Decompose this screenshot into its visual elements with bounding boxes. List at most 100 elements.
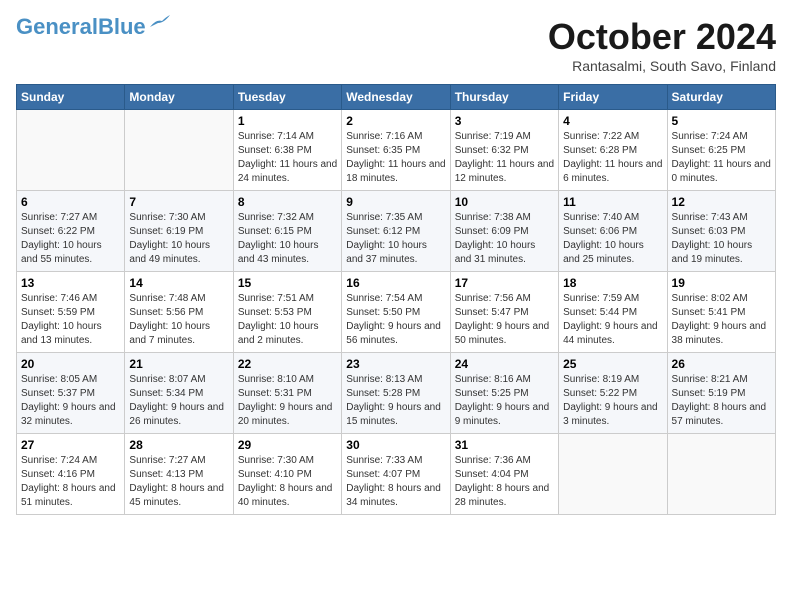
day-number: 22 <box>238 357 337 371</box>
calendar-cell: 11Sunrise: 7:40 AM Sunset: 6:06 PM Dayli… <box>559 191 667 272</box>
calendar-cell: 16 Sunrise: 7:54 AM Sunset: 5:50 PM Dayli… <box>342 272 450 353</box>
day-number: 20 <box>21 357 120 371</box>
page-header: GeneralBlue October 2024 Rantasalmi, Sou… <box>16 16 776 74</box>
title-area: October 2024 Rantasalmi, South Savo, Fin… <box>548 16 776 74</box>
week-row-2: 6 Sunrise: 7:27 AM Sunset: 6:22 PM Daylig… <box>17 191 776 272</box>
day-info: Sunrise: 7:27 AM Sunset: 4:13 PM Dayligh… <box>129 454 228 510</box>
day-number: 24 <box>455 357 554 371</box>
logo-bird-icon <box>148 15 170 31</box>
day-info: Sunrise: 7:30 AM Sunset: 4:10 PM Dayligh… <box>238 454 337 510</box>
day-info: Sunrise: 7:48 AM Sunset: 5:56 PM Dayligh… <box>129 292 228 348</box>
day-info: Sunrise: 7:51 AM Sunset: 5:53 PM Dayligh… <box>238 292 337 348</box>
day-number: 31 <box>455 438 554 452</box>
day-info: Sunrise: 7:30 AM Sunset: 6:19 PM Dayligh… <box>129 211 228 267</box>
calendar-cell: 10Sunrise: 7:38 AM Sunset: 6:09 PM Dayli… <box>450 191 558 272</box>
day-info: Sunrise: 7:27 AM Sunset: 6:22 PM Dayligh… <box>21 211 120 267</box>
header-friday: Friday <box>559 85 667 110</box>
calendar-cell: 31 Sunrise: 7:36 AM Sunset: 4:04 PM Dayli… <box>450 434 558 515</box>
header-thursday: Thursday <box>450 85 558 110</box>
week-row-5: 27 Sunrise: 7:24 AM Sunset: 4:16 PM Dayli… <box>17 434 776 515</box>
calendar-cell: 19 Sunrise: 8:02 AM Sunset: 5:41 PM Dayli… <box>667 272 775 353</box>
calendar-cell: 15Sunrise: 7:51 AM Sunset: 5:53 PM Dayli… <box>233 272 341 353</box>
calendar-cell: 1 Sunrise: 7:14 AM Sunset: 6:38 PM Daylig… <box>233 110 341 191</box>
calendar-table: SundayMondayTuesdayWednesdayThursdayFrid… <box>16 84 776 515</box>
day-info: Sunrise: 7:59 AM Sunset: 5:44 PM Dayligh… <box>563 292 662 348</box>
day-number: 2 <box>346 114 445 128</box>
calendar-cell: 18 Sunrise: 7:59 AM Sunset: 5:44 PM Dayli… <box>559 272 667 353</box>
calendar-cell: 8 Sunrise: 7:32 AM Sunset: 6:15 PM Daylig… <box>233 191 341 272</box>
day-info: Sunrise: 7:33 AM Sunset: 4:07 PM Dayligh… <box>346 454 445 510</box>
day-number: 19 <box>672 276 771 290</box>
header-sunday: Sunday <box>17 85 125 110</box>
calendar-cell: 3 Sunrise: 7:19 AM Sunset: 6:32 PM Daylig… <box>450 110 558 191</box>
calendar-cell: 9 Sunrise: 7:35 AM Sunset: 6:12 PM Daylig… <box>342 191 450 272</box>
day-number: 30 <box>346 438 445 452</box>
day-number: 29 <box>238 438 337 452</box>
day-info: Sunrise: 7:22 AM Sunset: 6:28 PM Dayligh… <box>563 130 662 186</box>
calendar-cell <box>125 110 233 191</box>
calendar-cell: 23 Sunrise: 8:13 AM Sunset: 5:28 PM Dayli… <box>342 353 450 434</box>
day-number: 12 <box>672 195 771 209</box>
day-number: 27 <box>21 438 120 452</box>
calendar-cell: 14 Sunrise: 7:48 AM Sunset: 5:56 PM Dayli… <box>125 272 233 353</box>
day-number: 8 <box>238 195 337 209</box>
day-number: 17 <box>455 276 554 290</box>
day-number: 23 <box>346 357 445 371</box>
day-info: Sunrise: 8:21 AM Sunset: 5:19 PM Dayligh… <box>672 373 771 429</box>
day-info: Sunrise: 7:56 AM Sunset: 5:47 PM Dayligh… <box>455 292 554 348</box>
day-info: Sunrise: 7:38 AM Sunset: 6:09 PM Dayligh… <box>455 211 554 267</box>
header-saturday: Saturday <box>667 85 775 110</box>
day-number: 6 <box>21 195 120 209</box>
logo-text: GeneralBlue <box>16 16 146 38</box>
header-monday: Monday <box>125 85 233 110</box>
day-info: Sunrise: 8:10 AM Sunset: 5:31 PM Dayligh… <box>238 373 337 429</box>
calendar-cell <box>667 434 775 515</box>
calendar-cell: 26 Sunrise: 8:21 AM Sunset: 5:19 PM Dayli… <box>667 353 775 434</box>
day-info: Sunrise: 7:32 AM Sunset: 6:15 PM Dayligh… <box>238 211 337 267</box>
logo: GeneralBlue <box>16 16 170 38</box>
day-info: Sunrise: 8:13 AM Sunset: 5:28 PM Dayligh… <box>346 373 445 429</box>
day-info: Sunrise: 7:19 AM Sunset: 6:32 PM Dayligh… <box>455 130 554 186</box>
calendar-cell: 27 Sunrise: 7:24 AM Sunset: 4:16 PM Dayli… <box>17 434 125 515</box>
day-number: 18 <box>563 276 662 290</box>
day-number: 16 <box>346 276 445 290</box>
day-info: Sunrise: 7:54 AM Sunset: 5:50 PM Dayligh… <box>346 292 445 348</box>
day-number: 7 <box>129 195 228 209</box>
calendar-cell: 5Sunrise: 7:24 AM Sunset: 6:25 PM Daylig… <box>667 110 775 191</box>
day-number: 11 <box>563 195 662 209</box>
day-number: 3 <box>455 114 554 128</box>
day-info: Sunrise: 7:24 AM Sunset: 6:25 PM Dayligh… <box>672 130 771 186</box>
day-number: 26 <box>672 357 771 371</box>
day-info: Sunrise: 7:43 AM Sunset: 6:03 PM Dayligh… <box>672 211 771 267</box>
day-info: Sunrise: 8:07 AM Sunset: 5:34 PM Dayligh… <box>129 373 228 429</box>
calendar-cell: 29 Sunrise: 7:30 AM Sunset: 4:10 PM Dayli… <box>233 434 341 515</box>
calendar-cell: 30 Sunrise: 7:33 AM Sunset: 4:07 PM Dayli… <box>342 434 450 515</box>
day-info: Sunrise: 7:35 AM Sunset: 6:12 PM Dayligh… <box>346 211 445 267</box>
calendar-cell: 4Sunrise: 7:22 AM Sunset: 6:28 PM Daylig… <box>559 110 667 191</box>
calendar-cell: 28 Sunrise: 7:27 AM Sunset: 4:13 PM Dayli… <box>125 434 233 515</box>
calendar-cell: 24 Sunrise: 8:16 AM Sunset: 5:25 PM Dayli… <box>450 353 558 434</box>
calendar-cell: 2Sunrise: 7:16 AM Sunset: 6:35 PM Daylig… <box>342 110 450 191</box>
calendar-cell <box>559 434 667 515</box>
week-row-1: 1 Sunrise: 7:14 AM Sunset: 6:38 PM Daylig… <box>17 110 776 191</box>
calendar-cell: 22 Sunrise: 8:10 AM Sunset: 5:31 PM Dayli… <box>233 353 341 434</box>
day-number: 13 <box>21 276 120 290</box>
day-number: 1 <box>238 114 337 128</box>
day-info: Sunrise: 7:36 AM Sunset: 4:04 PM Dayligh… <box>455 454 554 510</box>
day-number: 25 <box>563 357 662 371</box>
day-info: Sunrise: 7:24 AM Sunset: 4:16 PM Dayligh… <box>21 454 120 510</box>
day-info: Sunrise: 8:19 AM Sunset: 5:22 PM Dayligh… <box>563 373 662 429</box>
day-info: Sunrise: 8:02 AM Sunset: 5:41 PM Dayligh… <box>672 292 771 348</box>
calendar-cell: 13Sunrise: 7:46 AM Sunset: 5:59 PM Dayli… <box>17 272 125 353</box>
calendar-cell: 25 Sunrise: 8:19 AM Sunset: 5:22 PM Dayli… <box>559 353 667 434</box>
calendar-cell: 6 Sunrise: 7:27 AM Sunset: 6:22 PM Daylig… <box>17 191 125 272</box>
day-number: 9 <box>346 195 445 209</box>
day-number: 28 <box>129 438 228 452</box>
week-row-3: 13Sunrise: 7:46 AM Sunset: 5:59 PM Dayli… <box>17 272 776 353</box>
day-info: Sunrise: 8:16 AM Sunset: 5:25 PM Dayligh… <box>455 373 554 429</box>
day-number: 14 <box>129 276 228 290</box>
day-info: Sunrise: 7:14 AM Sunset: 6:38 PM Dayligh… <box>238 130 337 186</box>
calendar-cell: 12 Sunrise: 7:43 AM Sunset: 6:03 PM Dayli… <box>667 191 775 272</box>
week-row-4: 20Sunrise: 8:05 AM Sunset: 5:37 PM Dayli… <box>17 353 776 434</box>
header-tuesday: Tuesday <box>233 85 341 110</box>
